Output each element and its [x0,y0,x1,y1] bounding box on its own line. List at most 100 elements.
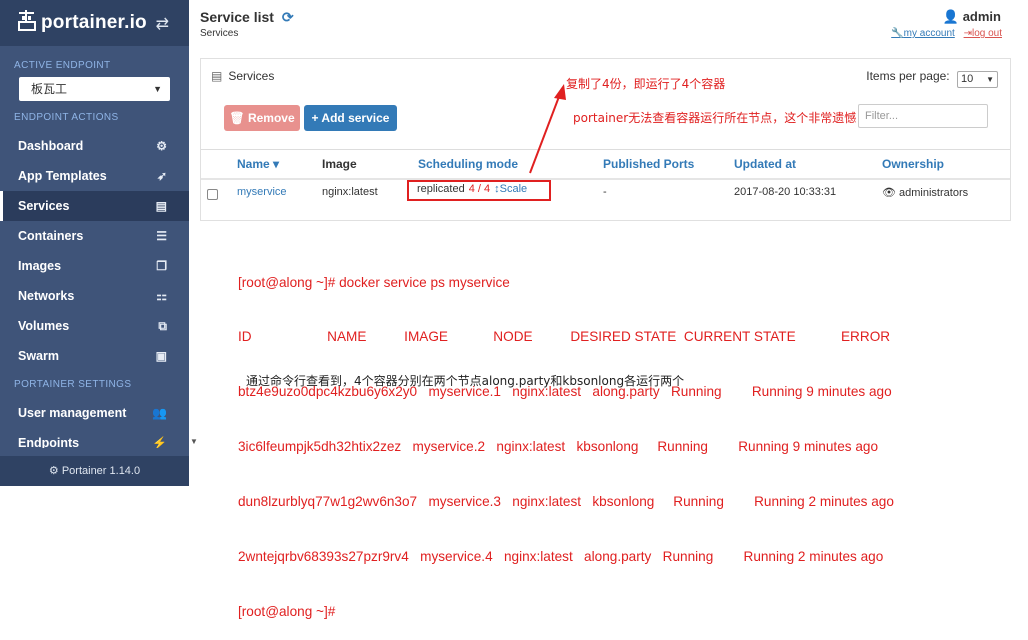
sidebar-item-dashboard[interactable]: Dashboard ⚙ [0,131,189,161]
breadcrumb: Services [200,28,239,39]
updated-at: 2017-08-20 10:33:31 [734,186,837,198]
terminal-output: [root@along ~]# docker service ps myserv… [238,237,894,640]
page-title: Service list ⟳ [200,9,294,26]
scale-button[interactable]: ↕Scale [494,183,527,195]
column-image[interactable]: Image [322,157,357,171]
mode-text: replicated [417,183,465,195]
eye-slash-icon: 👁 [882,187,896,199]
page-title-text: Service list [200,9,274,25]
sort-down-icon: ▾ [273,157,280,171]
sidebar-item-containers[interactable]: Containers ☰ [0,221,189,251]
service-name-link[interactable]: myservice [237,186,287,198]
annotation-arrow [529,84,566,174]
log-out-link[interactable]: ⇥log out [964,28,1002,39]
sidebar-item-label: Dashboard [18,139,84,153]
sidebar-item-label: User management [18,406,127,420]
endpoint-selected-value: 板瓦工 [31,82,68,96]
my-account-link[interactable]: 🔧my account [891,28,955,39]
sidebar-footer: ⚙ Portainer 1.14.0 [0,456,189,486]
endpoint-actions-heading: ENDPOINT ACTIONS [14,112,119,123]
terminal-line: dun8lzurblyq77w1g2wv6n3o7 myservice.3 ng… [238,494,894,510]
column-scheduling-mode[interactable]: Scheduling mode [418,157,518,171]
list-icon: ▤ [211,69,223,83]
count-separator: / [477,183,481,195]
object-group-icon: ▣ [155,349,167,363]
panel-heading: ▤ Services [211,69,274,83]
terminal-line: ID NAME IMAGE NODE DESIRED STATE CURRENT… [238,329,891,345]
remove-button[interactable]: 🗑 Remove [224,105,300,131]
log-out-label: log out [971,28,1002,39]
trash-icon: 🗑 [229,111,245,125]
table-row: myservice nginx:latest replicated 4 / 4 ↕S… [201,180,1010,212]
sidebar-item-endpoints[interactable]: Endpoints ⚡ [0,428,189,448]
scheduling-mode-text: replicated 4 / 4 ↕Scale [417,183,527,195]
items-per-page: Items per page: 10 ▼ [866,69,998,88]
logo-text: portainer.io [41,12,147,33]
panel-title: Services [228,69,275,83]
user-links: 🔧my account ⇥log out [891,28,1002,39]
scroll-down-arrow-icon[interactable]: ▼ [190,437,198,446]
ownership-label: administrators [899,187,969,199]
items-per-page-label: Items per page: [866,69,950,83]
remove-label: Remove [247,111,295,125]
sidebar-item-services[interactable]: Services ▤ [0,191,189,221]
add-service-button[interactable]: + Add service [304,105,397,131]
column-name[interactable]: Name ▾ [237,157,279,171]
caret-down-icon: ▼ [153,84,162,94]
sidebar-item-networks[interactable]: Networks ⚏ [0,281,189,311]
user-icon: 👤 [942,9,959,24]
plug-icon: ⚡ [152,436,167,448]
version-text: Portainer 1.14.0 [61,465,141,477]
column-updated-at[interactable]: Updated at [734,157,796,171]
desired-count: 4 [484,183,491,195]
endpoint-select[interactable]: 板瓦工 ▼ [19,77,170,101]
sidebar-item-app-templates[interactable]: App Templates ➶ [0,161,189,191]
column-ownership[interactable]: Ownership [882,157,944,171]
sitemap-icon: ⚏ [156,289,167,303]
list-alt-icon: ▤ [155,199,167,213]
exchange-icon[interactable]: ⇄ [156,14,169,34]
portainer-small-icon: ⚙ [48,465,59,477]
sidebar-item-swarm[interactable]: Swarm ▣ [0,341,189,371]
column-name-label: Name [237,157,270,171]
items-per-page-value: 10 [961,73,974,85]
filter-placeholder: Filter... [865,110,899,122]
sidebar-item-volumes[interactable]: Volumes ⧉ [0,311,189,341]
server-icon: ☰ [156,229,167,243]
published-ports: - [603,186,607,198]
annotation-node-note: portainer无法查看容器运行所在节点，这个非常遗憾 [573,111,857,125]
page-header: Service list ⟳ Services 👤 admin 🔧my accou… [189,0,1028,46]
row-checkbox[interactable] [207,189,218,200]
terminal-line: [root@along ~]# docker service ps myserv… [238,274,510,290]
filter-input[interactable]: Filter... [858,104,988,128]
replica-count: 4 / 4 [469,183,490,195]
service-image: nginx:latest [322,186,378,198]
portainer-settings-heading: PORTAINER SETTINGS [14,379,132,390]
scale-label: Scale [499,183,528,195]
sidebar-item-label: Containers [18,229,84,243]
refresh-icon[interactable]: ⟳ [282,9,294,25]
items-per-page-select[interactable]: 10 ▼ [957,71,998,88]
cubes-icon: ⧉ [158,319,167,333]
caret-down-icon: ▼ [986,75,994,84]
sidebar-item-label: Swarm [18,349,59,363]
active-endpoint-heading: ACTIVE ENDPOINT [14,60,111,71]
sidebar-item-label: Images [18,259,62,273]
plus-icon: + [311,111,319,125]
ownership: 👁 administrators [882,186,968,199]
add-service-label: Add service [321,111,390,125]
column-published-ports[interactable]: Published Ports [603,157,694,171]
sidebar-item-images[interactable]: Images ❐ [0,251,189,281]
portainer-logo[interactable]: portainer.io [16,8,147,34]
sidebar-item-user-management[interactable]: User management 👥 [0,398,189,428]
sidebar-item-label: Services [18,199,70,213]
sidebar-item-label: Volumes [18,319,70,333]
sidebar-item-label: Endpoints [18,436,80,448]
wrench-icon: 🔧 [891,28,904,39]
portainer-ship-icon [18,10,36,31]
rocket-icon: ➶ [156,169,167,183]
sign-out-icon: ⇥ [963,28,972,39]
my-account-label: my account [903,28,955,39]
sidebar: portainer.io ⇄ ACTIVE ENDPOINT 板瓦工 ▼ END… [0,0,189,486]
annotation-summary: 通过命令行查看到，4个容器分别在两个节点along.party和kbsonlon… [246,374,685,388]
